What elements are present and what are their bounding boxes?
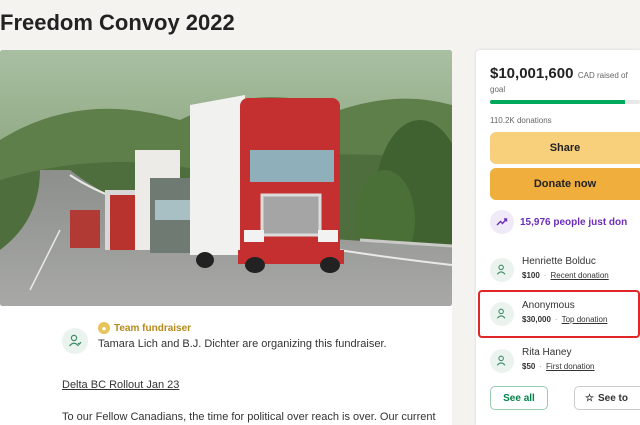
donation-panel: $10,001,600 CAD raised of goal 110.2K do… <box>476 50 640 425</box>
organizer-text: Tamara Lich and B.J. Dichter are organiz… <box>98 338 387 350</box>
raised-goal-text: CAD raised of <box>577 71 628 80</box>
person-heart-icon <box>490 349 514 373</box>
donor-amount: $50 <box>522 362 536 371</box>
see-all-button[interactable]: See all <box>490 386 548 410</box>
raised-amount: $10,001,600 <box>490 65 574 82</box>
raised-summary: $10,001,600 CAD raised of <box>490 65 628 83</box>
donor-tag-link[interactable]: Recent donation <box>550 271 608 280</box>
donor-tag-link[interactable]: First donation <box>546 362 594 371</box>
progress-bar <box>490 100 640 104</box>
donor-meta: $100 · Recent donation <box>522 271 609 280</box>
story-heading: Delta BC Rollout Jan 23 <box>62 379 180 391</box>
donor-name: Rita Haney <box>522 347 572 358</box>
donor-meta: $50 · First donation <box>522 362 595 371</box>
donor-item: Henriette Bolduc $100 · Recent donation <box>490 256 609 282</box>
donation-count: 110.2K donations <box>490 116 552 125</box>
person-heart-icon <box>490 258 514 282</box>
donor-name: Henriette Bolduc <box>522 256 596 267</box>
donor-amount: $100 <box>522 271 540 280</box>
goal-label: goal <box>490 85 506 94</box>
team-fundraiser-label: ● Team fundraiser <box>98 322 191 334</box>
donate-now-button[interactable]: Donate now <box>490 168 640 200</box>
see-top-button[interactable]: ☆ See to <box>574 386 640 410</box>
see-top-label: See to <box>597 392 628 404</box>
team-icon: ● <box>98 322 110 334</box>
star-icon: ☆ <box>585 392 594 404</box>
just-donated-banner: 15,976 people just don <box>490 210 627 234</box>
trending-up-icon <box>490 210 514 234</box>
story-body: To our Fellow Canadians, the time for po… <box>62 411 436 423</box>
highlight-box <box>478 290 640 338</box>
story-card <box>0 306 452 425</box>
hero-image <box>0 50 452 306</box>
page-title: Freedom Convoy 2022 <box>0 10 235 35</box>
person-heart-icon <box>62 328 88 354</box>
progress-fill <box>490 100 625 104</box>
team-fundraiser-text: Team fundraiser <box>114 322 192 334</box>
share-button[interactable]: Share <box>490 132 640 164</box>
donor-item: Rita Haney $50 · First donation <box>490 347 595 373</box>
just-donated-text: 15,976 people just don <box>520 216 628 228</box>
